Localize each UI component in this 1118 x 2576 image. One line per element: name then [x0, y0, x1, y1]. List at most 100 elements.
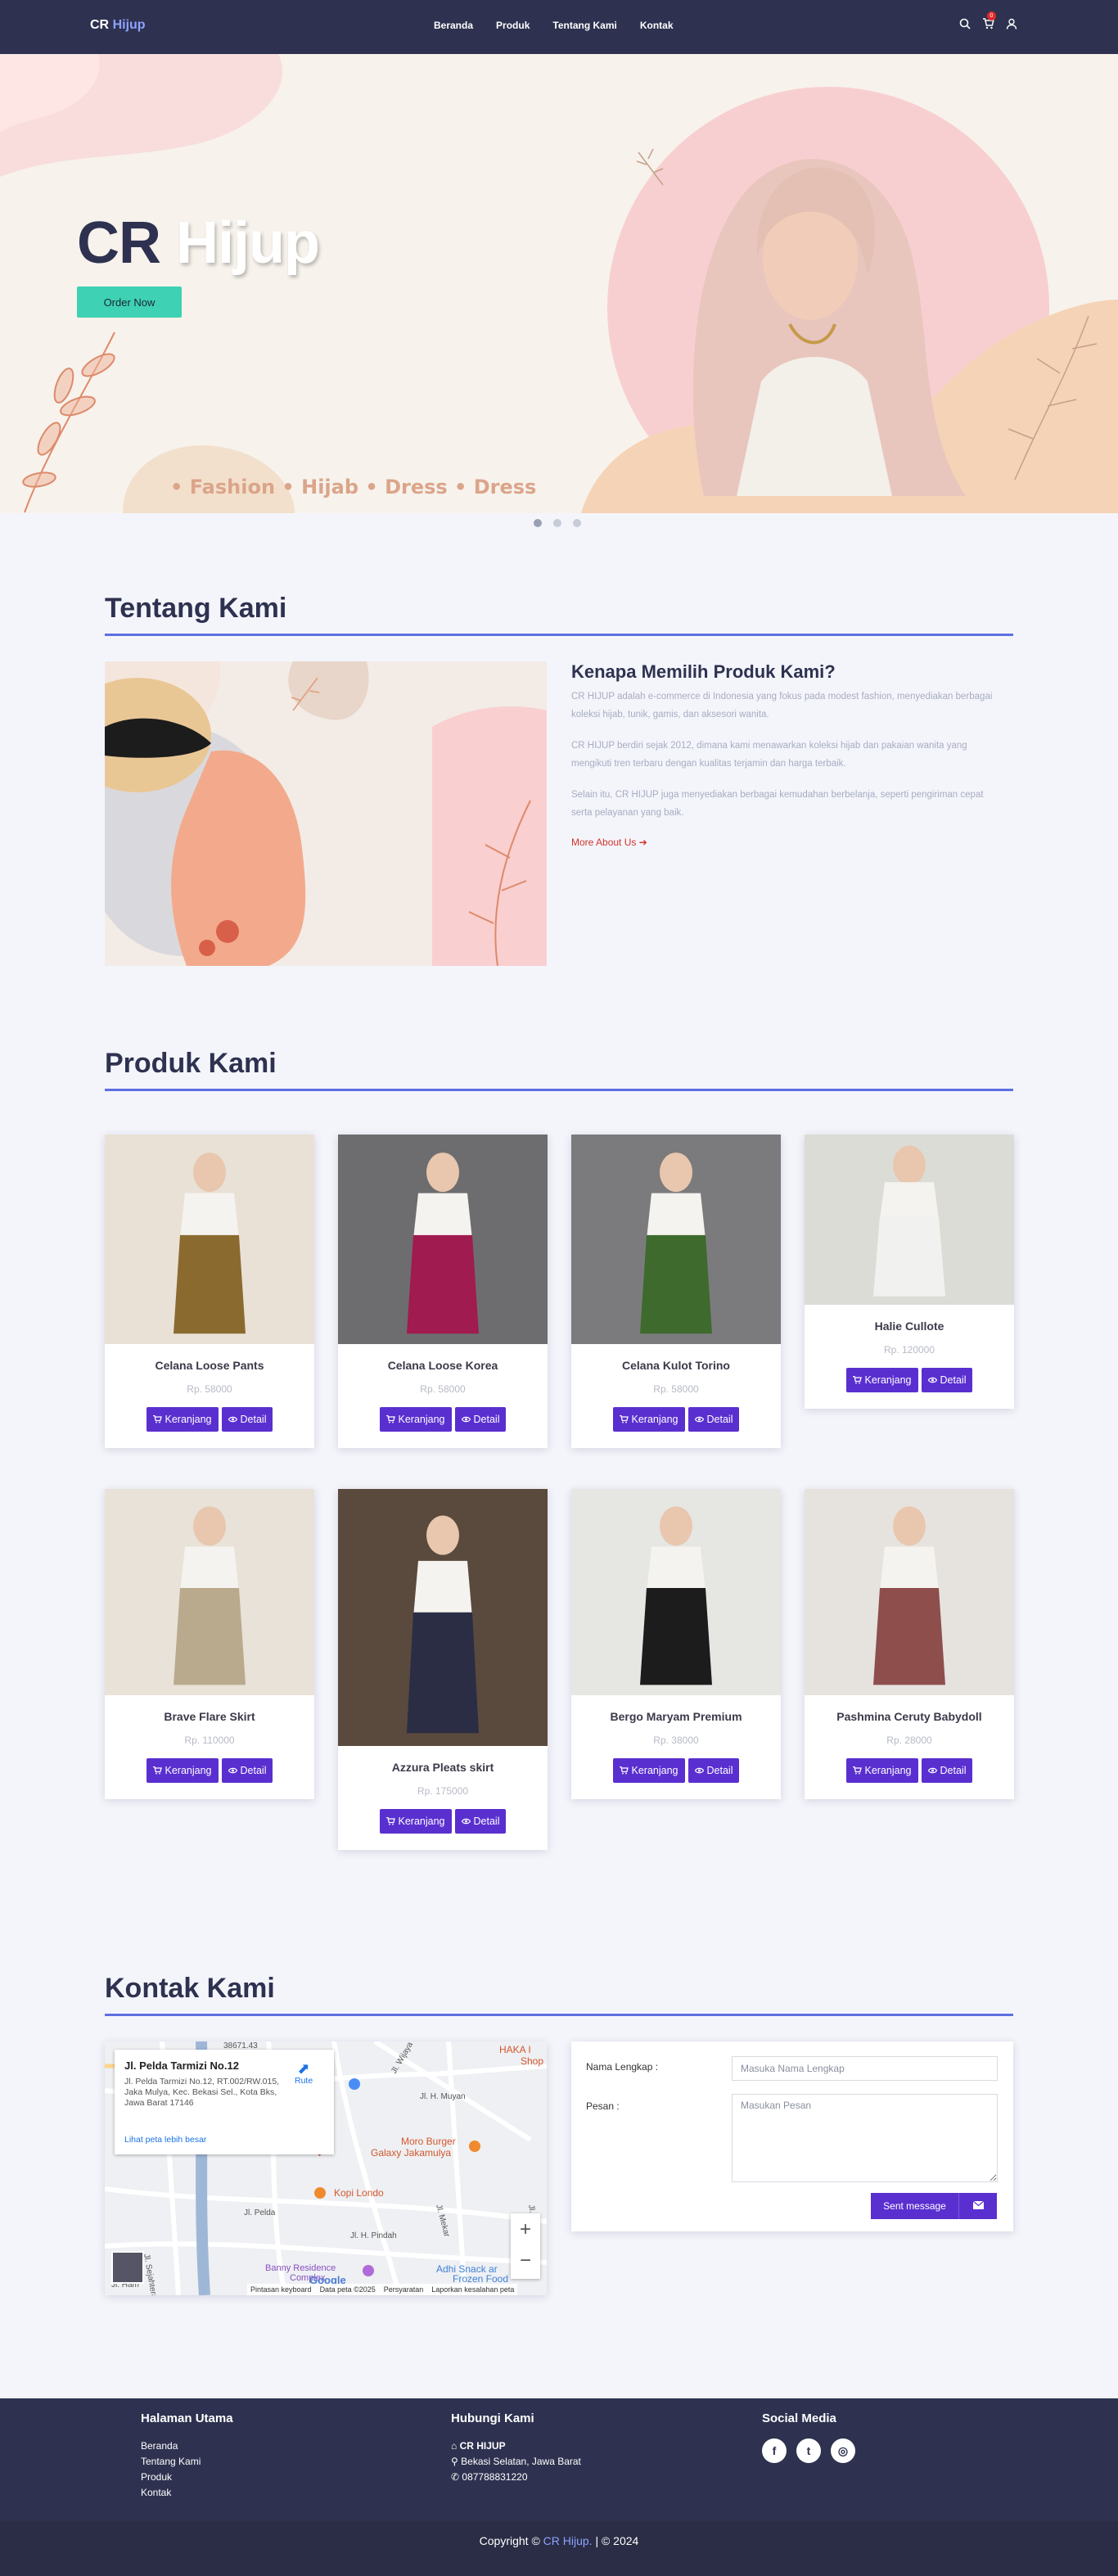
footer-col-main: Halaman Utama Beranda Tentang Kami Produ…	[141, 2411, 233, 2501]
eye-icon	[927, 1377, 937, 1383]
footer-link-tentang-kami[interactable]: Tentang Kami	[141, 2454, 233, 2470]
eye-icon	[927, 1767, 937, 1774]
cart-icon[interactable]: 0	[982, 11, 996, 29]
footer-link-produk[interactable]: Produk	[141, 2470, 233, 2485]
map-satellite-toggle[interactable]	[111, 2251, 144, 2284]
add-to-cart-button[interactable]: Keranjang	[612, 1407, 685, 1432]
about-divider	[105, 634, 1013, 636]
product-name[interactable]: Pashmina Ceruty Babydoll	[805, 1710, 1014, 1723]
nav-produk[interactable]: Produk	[496, 20, 530, 31]
contact-form: Nama Lengkap : Pesan : Sent message	[571, 2041, 1013, 2231]
product-name[interactable]: Bergo Maryam Premium	[571, 1710, 781, 1723]
add-to-cart-label: Keranjang	[165, 1414, 212, 1425]
add-to-cart-button[interactable]: Keranjang	[612, 1758, 685, 1783]
carousel-dot-1[interactable]	[534, 519, 542, 527]
product-name[interactable]: Azzura Pleats skirt	[338, 1761, 548, 1774]
detail-button[interactable]: Detail	[221, 1407, 273, 1432]
carousel-dot-2[interactable]	[553, 519, 561, 527]
add-to-cart-label: Keranjang	[864, 1374, 912, 1386]
map-label-kopi-londo: Kopi Londo	[334, 2187, 384, 2199]
message-textarea[interactable]	[732, 2094, 998, 2182]
detail-button[interactable]: Detail	[921, 1758, 973, 1783]
product-actions: Keranjang Detail	[338, 1407, 548, 1448]
footer-company-name: CR HIJUP	[459, 2440, 506, 2452]
map-label-galaxy: Galaxy Jakamulya	[371, 2147, 451, 2159]
add-to-cart-button[interactable]: Keranjang	[845, 1368, 918, 1392]
product-name[interactable]: Halie Cullote	[805, 1320, 1014, 1333]
detail-button[interactable]: Detail	[687, 1758, 740, 1783]
envelope-icon[interactable]	[959, 2193, 997, 2219]
about-paragraph-1: CR HIJUP adalah e-commerce di Indonesia …	[571, 692, 993, 720]
map-keyboard-shortcuts[interactable]: Pintasan keyboard	[250, 2285, 312, 2294]
product-image[interactable]	[571, 1489, 781, 1695]
product-name[interactable]: Celana Kulot Torino	[571, 1359, 781, 1372]
view-larger-map-link[interactable]: Lihat peta lebih besar	[124, 2135, 206, 2145]
facebook-icon[interactable]: f	[762, 2438, 787, 2463]
product-name[interactable]: Celana Loose Korea	[338, 1359, 548, 1372]
detail-button[interactable]: Detail	[221, 1758, 273, 1783]
about-section-title: Tentang Kami	[105, 593, 287, 624]
hero-banner: CR Hijup Order Now • Fashion • Hijab • D…	[0, 54, 1118, 513]
add-to-cart-button[interactable]: Keranjang	[146, 1407, 219, 1432]
product-name[interactable]: Brave Flare Skirt	[105, 1710, 314, 1723]
product-image[interactable]	[105, 1489, 314, 1695]
add-to-cart-label: Keranjang	[631, 1765, 678, 1776]
map-route-button[interactable]: ⬈ Rute	[295, 2061, 313, 2086]
order-now-button[interactable]: Order Now	[77, 286, 182, 318]
zoom-out-icon[interactable]: −	[511, 2246, 540, 2279]
add-to-cart-label: Keranjang	[864, 1765, 912, 1776]
brand-first: CR	[90, 18, 110, 32]
product-image[interactable]	[338, 1135, 548, 1344]
product-image[interactable]	[338, 1489, 548, 1746]
product-actions: Keranjang Detail	[805, 1368, 1014, 1409]
search-icon[interactable]	[959, 18, 971, 29]
cart-badge: 0	[987, 11, 996, 20]
add-to-cart-button[interactable]: Keranjang	[146, 1758, 219, 1783]
copyright-brand[interactable]: CR Hijup.	[543, 2534, 593, 2547]
product-image[interactable]	[105, 1135, 314, 1344]
detail-button[interactable]: Detail	[687, 1407, 740, 1432]
product-price: Rp. 58000	[187, 1383, 232, 1395]
cart-icon	[152, 1766, 162, 1775]
add-to-cart-button[interactable]: Keranjang	[379, 1809, 452, 1834]
social-links: f t ◎	[762, 2438, 855, 2463]
brand-second: Hijup	[112, 18, 146, 32]
cart-icon	[619, 1766, 629, 1775]
footer-address: ⚲ Bekasi Selatan, Jawa Barat	[451, 2454, 581, 2470]
footer-link-kontak[interactable]: Kontak	[141, 2485, 233, 2501]
twitter-icon[interactable]: t	[796, 2438, 821, 2463]
footer-link-beranda[interactable]: Beranda	[141, 2438, 233, 2454]
detail-label: Detail	[240, 1765, 267, 1776]
send-message-button[interactable]: Sent message	[871, 2193, 959, 2219]
copyright-year: | © 2024	[595, 2534, 639, 2547]
product-image[interactable]	[571, 1135, 781, 1344]
nav-kontak[interactable]: Kontak	[640, 20, 674, 31]
detail-button[interactable]: Detail	[921, 1368, 973, 1392]
product-image[interactable]	[805, 1135, 1014, 1305]
eye-icon	[228, 1767, 237, 1774]
product-name[interactable]: Celana Loose Pants	[105, 1359, 314, 1372]
footer-col-social: Social Media f t ◎	[762, 2411, 855, 2463]
brand-logo[interactable]: CR Hijup	[90, 18, 146, 33]
add-to-cart-button[interactable]: Keranjang	[379, 1407, 452, 1432]
product-actions: Keranjang Detail	[338, 1809, 548, 1850]
more-about-us-link[interactable]: More About Us ➔	[571, 837, 647, 848]
map-report-error[interactable]: Laporkan kesalahan peta	[431, 2285, 514, 2294]
carousel-dot-3[interactable]	[573, 519, 581, 527]
navbar: CR Hijup Beranda Produk Tentang Kami Kon…	[0, 0, 1118, 54]
nav-tentang-kami[interactable]: Tentang Kami	[552, 20, 616, 31]
google-map[interactable]: HAKA I Shop Moro Burger Galaxy Jakamulya…	[105, 2041, 547, 2295]
map-place-address: Jl. Pelda Tarmizi No.12, RT.002/RW.015, …	[124, 2077, 280, 2108]
detail-button[interactable]: Detail	[454, 1809, 507, 1834]
zoom-in-icon[interactable]: +	[511, 2213, 540, 2246]
name-input[interactable]	[732, 2056, 998, 2081]
product-image[interactable]	[805, 1489, 1014, 1695]
footer-address-text: Bekasi Selatan, Jawa Barat	[461, 2456, 581, 2467]
nav-beranda[interactable]: Beranda	[434, 20, 473, 31]
user-icon[interactable]	[1006, 18, 1017, 29]
instagram-icon[interactable]: ◎	[831, 2438, 855, 2463]
detail-button[interactable]: Detail	[454, 1407, 507, 1432]
add-to-cart-button[interactable]: Keranjang	[845, 1758, 918, 1783]
map-terms[interactable]: Persyaratan	[384, 2285, 424, 2294]
map-label-street-5: Jl. H. Pindah	[350, 2231, 397, 2240]
